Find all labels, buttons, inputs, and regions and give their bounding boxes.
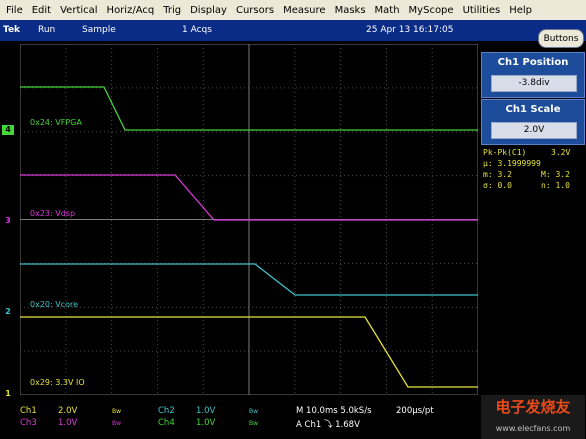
ch4-volts[interactable]: 1.0V bbox=[196, 418, 215, 428]
meas-title: Pk-Pk(C1) bbox=[483, 148, 527, 157]
ch4-bw-icon: Bw bbox=[249, 420, 259, 427]
brand-label: Tek bbox=[3, 25, 21, 35]
menu-edit[interactable]: Edit bbox=[32, 5, 51, 16]
ch1-bw-icon: Bw bbox=[112, 408, 122, 415]
ch2-label[interactable]: Ch2 bbox=[158, 406, 175, 416]
trace-label-vdsp: 0x23: Vdsp bbox=[30, 209, 76, 218]
ch2-volts[interactable]: 1.0V bbox=[196, 406, 215, 416]
ch3-label[interactable]: Ch3 bbox=[20, 418, 37, 428]
ch3-bw-icon: Bw bbox=[112, 420, 122, 427]
ch2-bw-icon: Bw bbox=[249, 408, 259, 415]
menu-horiz-acq[interactable]: Horiz/Acq bbox=[107, 5, 155, 16]
watermark-logo: 电子发烧友 www.elecfans.com bbox=[481, 395, 585, 439]
menu-utilities[interactable]: Utilities bbox=[463, 5, 501, 16]
ch2-ground-marker[interactable]: 2 bbox=[2, 307, 14, 317]
menu-file[interactable]: File bbox=[6, 5, 23, 16]
run-status: Run bbox=[38, 25, 56, 35]
menu-help[interactable]: Help bbox=[509, 5, 532, 16]
menu-cursors[interactable]: Cursors bbox=[236, 5, 274, 16]
buttons-button[interactable]: Buttons bbox=[538, 29, 584, 48]
menu-bar: File Edit Vertical Horiz/Acq Trig Displa… bbox=[0, 0, 586, 21]
ch1-position-value[interactable]: -3.8div bbox=[491, 75, 577, 92]
datetime: 25 Apr 13 16:17:05 bbox=[366, 25, 454, 35]
ch1-scale-title: Ch1 Scale bbox=[505, 104, 561, 115]
ch1-scale-panel[interactable]: Ch1 Scale 2.0V bbox=[481, 99, 585, 145]
acq-mode: Sample bbox=[82, 25, 116, 35]
status-bar: Tek Run Sample 1 Acqs 25 Apr 13 16:17:05 bbox=[0, 20, 586, 41]
ch1-ground-marker[interactable]: 1 bbox=[2, 389, 14, 399]
ch3-ground-marker[interactable]: 3 bbox=[2, 216, 14, 226]
meas-value: 3.2V bbox=[551, 148, 571, 157]
menu-trig[interactable]: Trig bbox=[163, 5, 181, 16]
menu-display[interactable]: Display bbox=[190, 5, 227, 16]
trace-label-3v3-io: 0x29: 3.3V IO bbox=[30, 378, 85, 387]
ch1-position-panel[interactable]: Ch1 Position -3.8div bbox=[481, 52, 585, 98]
trace-label-vfpga: 0x24: VFPGA bbox=[30, 118, 82, 127]
waveform-graticule bbox=[20, 44, 478, 395]
sample-interval: 200μs/pt bbox=[396, 406, 434, 416]
ch1-scale-value[interactable]: 2.0V bbox=[491, 122, 577, 139]
meas-max: M: 3.2 bbox=[541, 170, 570, 179]
menu-measure[interactable]: Measure bbox=[283, 5, 326, 16]
trigger-readout[interactable]: A Ch1 ⤵ 1.68V bbox=[296, 418, 360, 430]
measurement-readout: Pk-Pk(C1) 3.2V μ: 3.1999999 m: 3.2 M: 3.… bbox=[481, 148, 585, 198]
timebase-readout[interactable]: M 10.0ms 5.0kS/s bbox=[296, 406, 372, 416]
trace-label-vcore: 0x20: Vcore bbox=[30, 300, 79, 309]
ch1-position-title: Ch1 Position bbox=[497, 57, 569, 68]
meas-n: n: 1.0 bbox=[541, 181, 570, 190]
meas-mean: μ: 3.1999999 bbox=[483, 159, 541, 168]
meas-sigma: σ: 0.0 bbox=[483, 181, 512, 190]
ch1-label[interactable]: Ch1 bbox=[20, 406, 37, 416]
ch4-ground-marker[interactable]: 4 bbox=[2, 125, 14, 135]
menu-math[interactable]: Math bbox=[375, 5, 400, 16]
acq-count: 1 Acqs bbox=[182, 25, 212, 35]
ch3-volts[interactable]: 1.0V bbox=[58, 418, 77, 428]
menu-vertical[interactable]: Vertical bbox=[60, 5, 97, 16]
menu-masks[interactable]: Masks bbox=[335, 5, 366, 16]
ch1-volts[interactable]: 2.0V bbox=[58, 406, 77, 416]
svg-text:www.elecfans.com: www.elecfans.com bbox=[496, 424, 571, 433]
meas-min: m: 3.2 bbox=[483, 170, 512, 179]
svg-text:电子发烧友: 电子发烧友 bbox=[495, 398, 570, 416]
menu-myscope[interactable]: MyScope bbox=[409, 5, 454, 16]
ch4-label[interactable]: Ch4 bbox=[158, 418, 175, 428]
